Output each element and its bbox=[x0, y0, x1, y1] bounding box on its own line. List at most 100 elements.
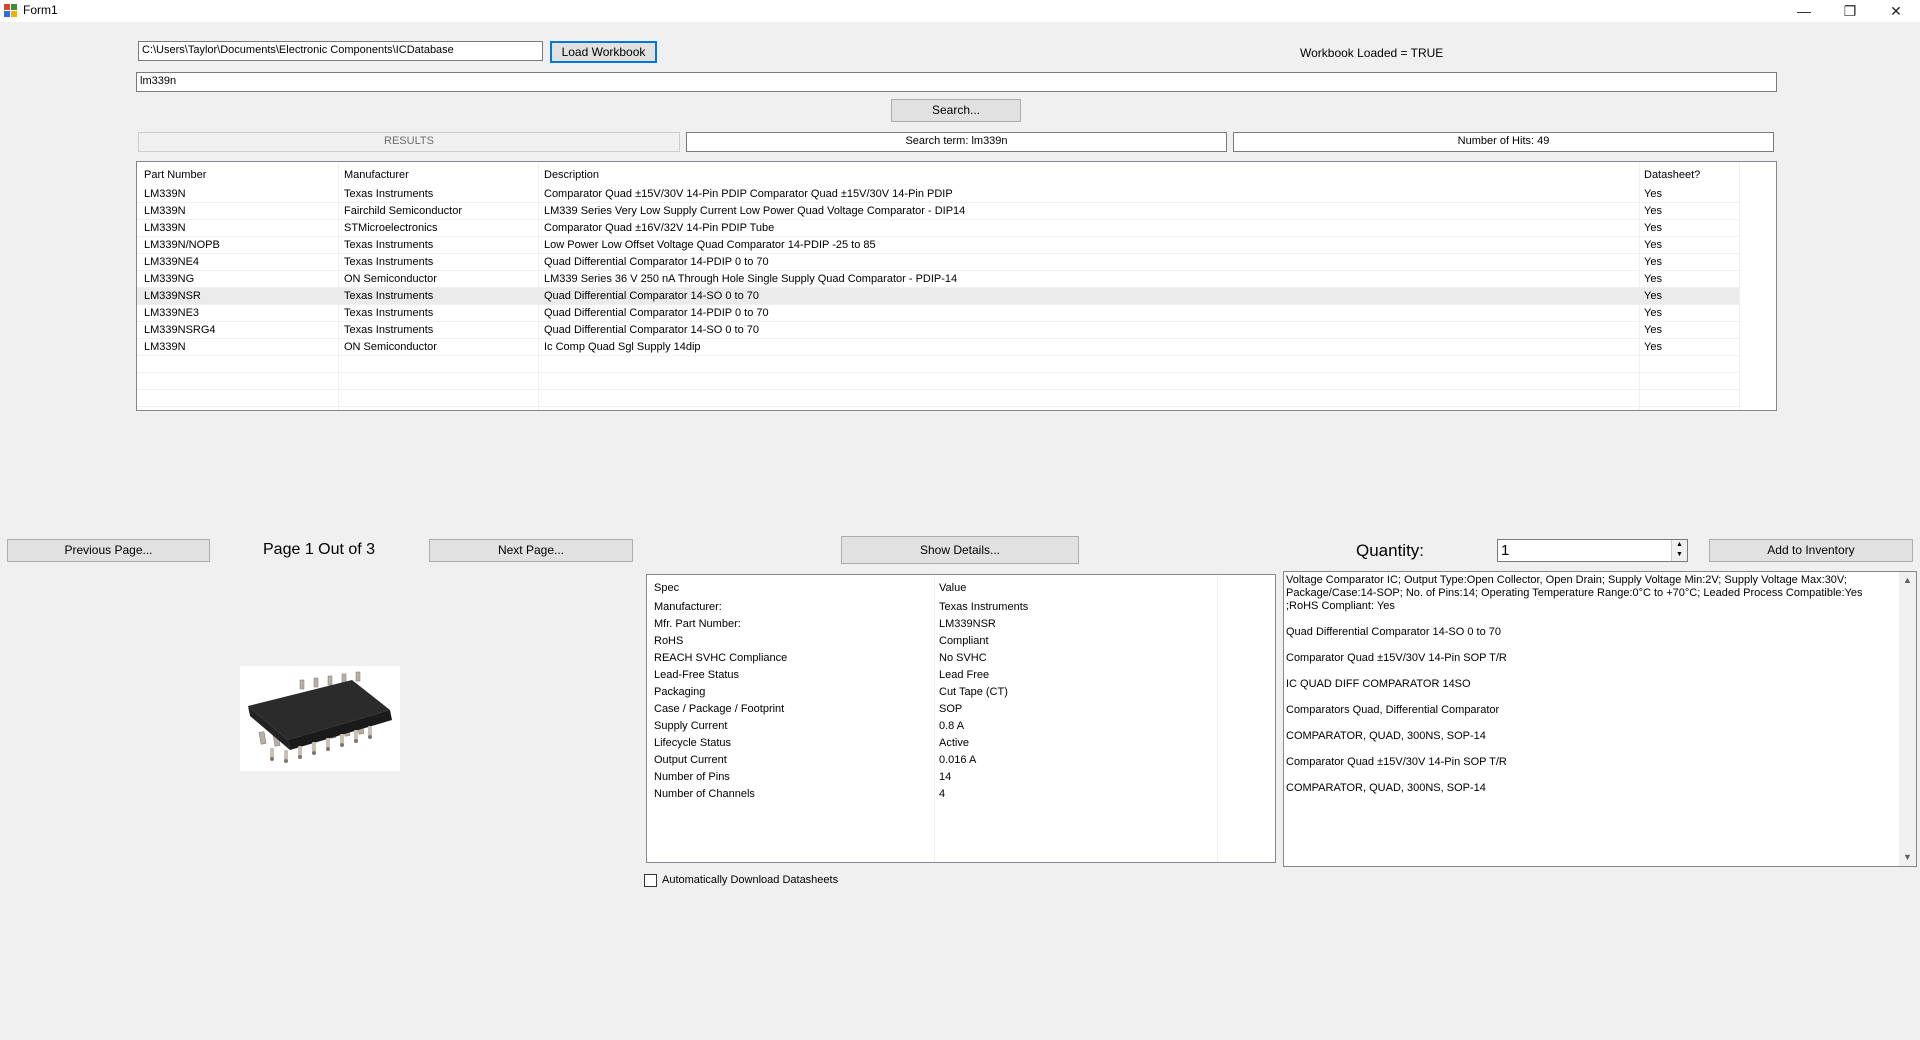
datasheet-cell: Yes bbox=[1644, 341, 1662, 353]
spec-row[interactable]: Packaging Cut Tape (CT) bbox=[647, 684, 1275, 701]
auto-download-label[interactable]: Automatically Download Datasheets bbox=[662, 874, 838, 886]
spec-name: Number of Pins bbox=[654, 771, 730, 783]
spec-value: Compliant bbox=[939, 635, 989, 647]
column-header-part-number[interactable]: Part Number bbox=[144, 169, 206, 181]
manufacturer-cell: Texas Instruments bbox=[344, 307, 434, 319]
spec-value: 0.8 A bbox=[939, 720, 965, 732]
descriptions-text: Voltage Comparator IC; Output Type:Open … bbox=[1286, 574, 1894, 808]
table-row[interactable]: LM339N Fairchild Semiconductor LM339 Serie… bbox=[137, 203, 1739, 220]
minimize-button[interactable]: — bbox=[1781, 0, 1827, 22]
description-line: COMPARATOR, QUAD, 300NS, SOP-14 bbox=[1286, 730, 1486, 742]
spec-row[interactable]: RoHS Compliant bbox=[647, 633, 1275, 650]
show-details-button[interactable]: Show Details... bbox=[841, 536, 1079, 564]
scroll-up-icon[interactable]: ▲ bbox=[1899, 572, 1916, 589]
datasheet-cell: Yes bbox=[1644, 273, 1662, 285]
stepper-up-icon[interactable]: ▲ bbox=[1672, 540, 1687, 550]
next-page-button[interactable]: Next Page... bbox=[429, 539, 633, 562]
table-row[interactable]: LM339N/NOPB Texas Instruments Low Power Lo… bbox=[137, 237, 1739, 254]
part-number-cell: LM339N bbox=[144, 188, 186, 200]
description-cell: Ic Comp Quad Sgl Supply 14dip bbox=[544, 341, 701, 353]
spec-row[interactable]: Number of Channels 4 bbox=[647, 786, 1275, 803]
quantity-label: Quantity: bbox=[1356, 541, 1425, 560]
column-header-description[interactable]: Description bbox=[544, 169, 599, 181]
description-cell: LM339 Series 36 V 250 nA Through Hole Si… bbox=[544, 273, 958, 285]
window-title: Form1 bbox=[23, 3, 58, 17]
manufacturer-cell: Texas Instruments bbox=[344, 324, 434, 336]
manufacturer-cell: Texas Instruments bbox=[344, 290, 434, 302]
previous-page-button[interactable]: Previous Page... bbox=[7, 539, 210, 562]
spec-name: Supply Current bbox=[654, 720, 728, 732]
restore-button[interactable]: ❐ bbox=[1827, 0, 1873, 22]
close-button[interactable]: ✕ bbox=[1873, 0, 1919, 22]
description-line: Comparator Quad ±15V/30V 14-Pin SOP T/R bbox=[1286, 756, 1507, 768]
scroll-down-icon[interactable]: ▼ bbox=[1899, 849, 1916, 866]
title-bar: Form1 — ❐ ✕ bbox=[0, 0, 1920, 22]
datasheet-cell: Yes bbox=[1644, 256, 1662, 268]
table-row bbox=[137, 390, 1739, 407]
table-row[interactable]: LM339NE4 Texas Instruments Quad Differenti… bbox=[137, 254, 1739, 271]
description-cell: Comparator Quad ±16V/32V 14-Pin PDIP Tub… bbox=[544, 222, 775, 234]
description-cell: Quad Differential Comparator 14-PDIP 0 t… bbox=[544, 256, 769, 268]
column-header-datasheet[interactable]: Datasheet? bbox=[1644, 169, 1700, 181]
stepper-down-icon[interactable]: ▼ bbox=[1672, 550, 1687, 560]
add-to-inventory-button[interactable]: Add to Inventory bbox=[1709, 539, 1913, 562]
table-row[interactable]: LM339NSR Texas Instruments Quad Differenti… bbox=[137, 288, 1739, 305]
spec-name: Packaging bbox=[654, 686, 706, 698]
table-row[interactable]: LM339N Texas Instruments Comparator Quad ±… bbox=[137, 186, 1739, 203]
spec-row[interactable]: Supply Current 0.8 A bbox=[647, 718, 1275, 735]
spec-name: Lead-Free Status bbox=[654, 669, 739, 681]
table-row bbox=[137, 356, 1739, 373]
spec-row[interactable]: REACH SVHC Compliance No SVHC bbox=[647, 650, 1275, 667]
manufacturer-cell: ON Semiconductor bbox=[344, 341, 437, 353]
spec-value: No SVHC bbox=[939, 652, 987, 664]
spec-name: Output Current bbox=[654, 754, 727, 766]
manufacturer-cell: Texas Instruments bbox=[344, 256, 434, 268]
spec-row[interactable]: Manufacturer: Texas Instruments bbox=[647, 599, 1275, 616]
workbook-path-input[interactable]: C:\Users\Taylor\Documents\Electronic Com… bbox=[138, 41, 543, 61]
column-header-manufacturer[interactable]: Manufacturer bbox=[344, 169, 409, 181]
app-icon bbox=[4, 4, 17, 17]
spec-value: Texas Instruments bbox=[939, 601, 1029, 613]
spec-value: 4 bbox=[939, 788, 946, 800]
load-workbook-button[interactable]: Load Workbook bbox=[550, 41, 657, 63]
datasheet-cell: Yes bbox=[1644, 188, 1662, 200]
spec-list[interactable]: Spec Value Manufacturer: Texas Instrument… bbox=[646, 574, 1276, 863]
results-grid[interactable]: Part Number Manufacturer Description Dat… bbox=[136, 161, 1777, 411]
manufacturer-cell: ON Semiconductor bbox=[344, 273, 437, 285]
spec-column-header[interactable]: Spec bbox=[654, 582, 679, 594]
description-line: Voltage Comparator IC; Output Type:Open … bbox=[1286, 574, 1863, 612]
part-number-cell: LM339N bbox=[144, 205, 186, 217]
spec-row[interactable]: Number of Pins 14 bbox=[647, 769, 1275, 786]
spec-value: Active bbox=[939, 737, 969, 749]
search-input[interactable]: lm339n bbox=[136, 72, 1777, 92]
quantity-value[interactable]: 1 bbox=[1501, 542, 1509, 559]
search-button[interactable]: Search... bbox=[891, 99, 1021, 122]
part-number-cell: LM339N/NOPB bbox=[144, 239, 220, 251]
description-cell: Quad Differential Comparator 14-SO 0 to … bbox=[544, 324, 760, 336]
datasheet-cell: Yes bbox=[1644, 222, 1662, 234]
search-term-label: Search term: lm339n bbox=[686, 132, 1227, 152]
part-number-cell: LM339N bbox=[144, 222, 186, 234]
spec-row[interactable]: Lead-Free Status Lead Free bbox=[647, 667, 1275, 684]
page-indicator: Page 1 Out of 3 bbox=[263, 541, 376, 558]
value-column-header[interactable]: Value bbox=[939, 582, 966, 594]
quantity-stepper[interactable]: 1 ▲ ▼ bbox=[1497, 539, 1688, 562]
spec-row[interactable]: Lifecycle Status Active bbox=[647, 735, 1275, 752]
description-cell: Comparator Quad ±15V/30V 14-Pin PDIP Com… bbox=[544, 188, 953, 200]
descriptions-textarea[interactable]: Voltage Comparator IC; Output Type:Open … bbox=[1283, 571, 1917, 867]
spec-value: 14 bbox=[939, 771, 952, 783]
description-cell: Low Power Low Offset Voltage Quad Compar… bbox=[544, 239, 876, 251]
spec-row[interactable]: Case / Package / Footprint SOP bbox=[647, 701, 1275, 718]
spec-row[interactable]: Output Current 0.016 A bbox=[647, 752, 1275, 769]
spec-row[interactable]: Mfr. Part Number: LM339NSR bbox=[647, 616, 1275, 633]
auto-download-checkbox[interactable] bbox=[644, 874, 657, 887]
table-row[interactable]: LM339NSRG4 Texas Instruments Quad Differen… bbox=[137, 322, 1739, 339]
table-row[interactable]: LM339N STMicroelectronics Comparator Quad … bbox=[137, 220, 1739, 237]
table-row[interactable]: LM339N ON Semiconductor Ic Comp Quad Sgl S… bbox=[137, 339, 1739, 356]
table-row[interactable]: LM339NG ON Semiconductor LM339 Series 36 V… bbox=[137, 271, 1739, 288]
vertical-scrollbar[interactable]: ▲ ▼ bbox=[1899, 572, 1916, 866]
table-row[interactable]: LM339NE3 Texas Instruments Quad Differenti… bbox=[137, 305, 1739, 322]
results-label: RESULTS bbox=[138, 132, 680, 152]
grid-header: Part Number Manufacturer Description Dat… bbox=[137, 162, 1776, 186]
description-line: Comparators Quad, Differential Comparato… bbox=[1286, 704, 1500, 716]
